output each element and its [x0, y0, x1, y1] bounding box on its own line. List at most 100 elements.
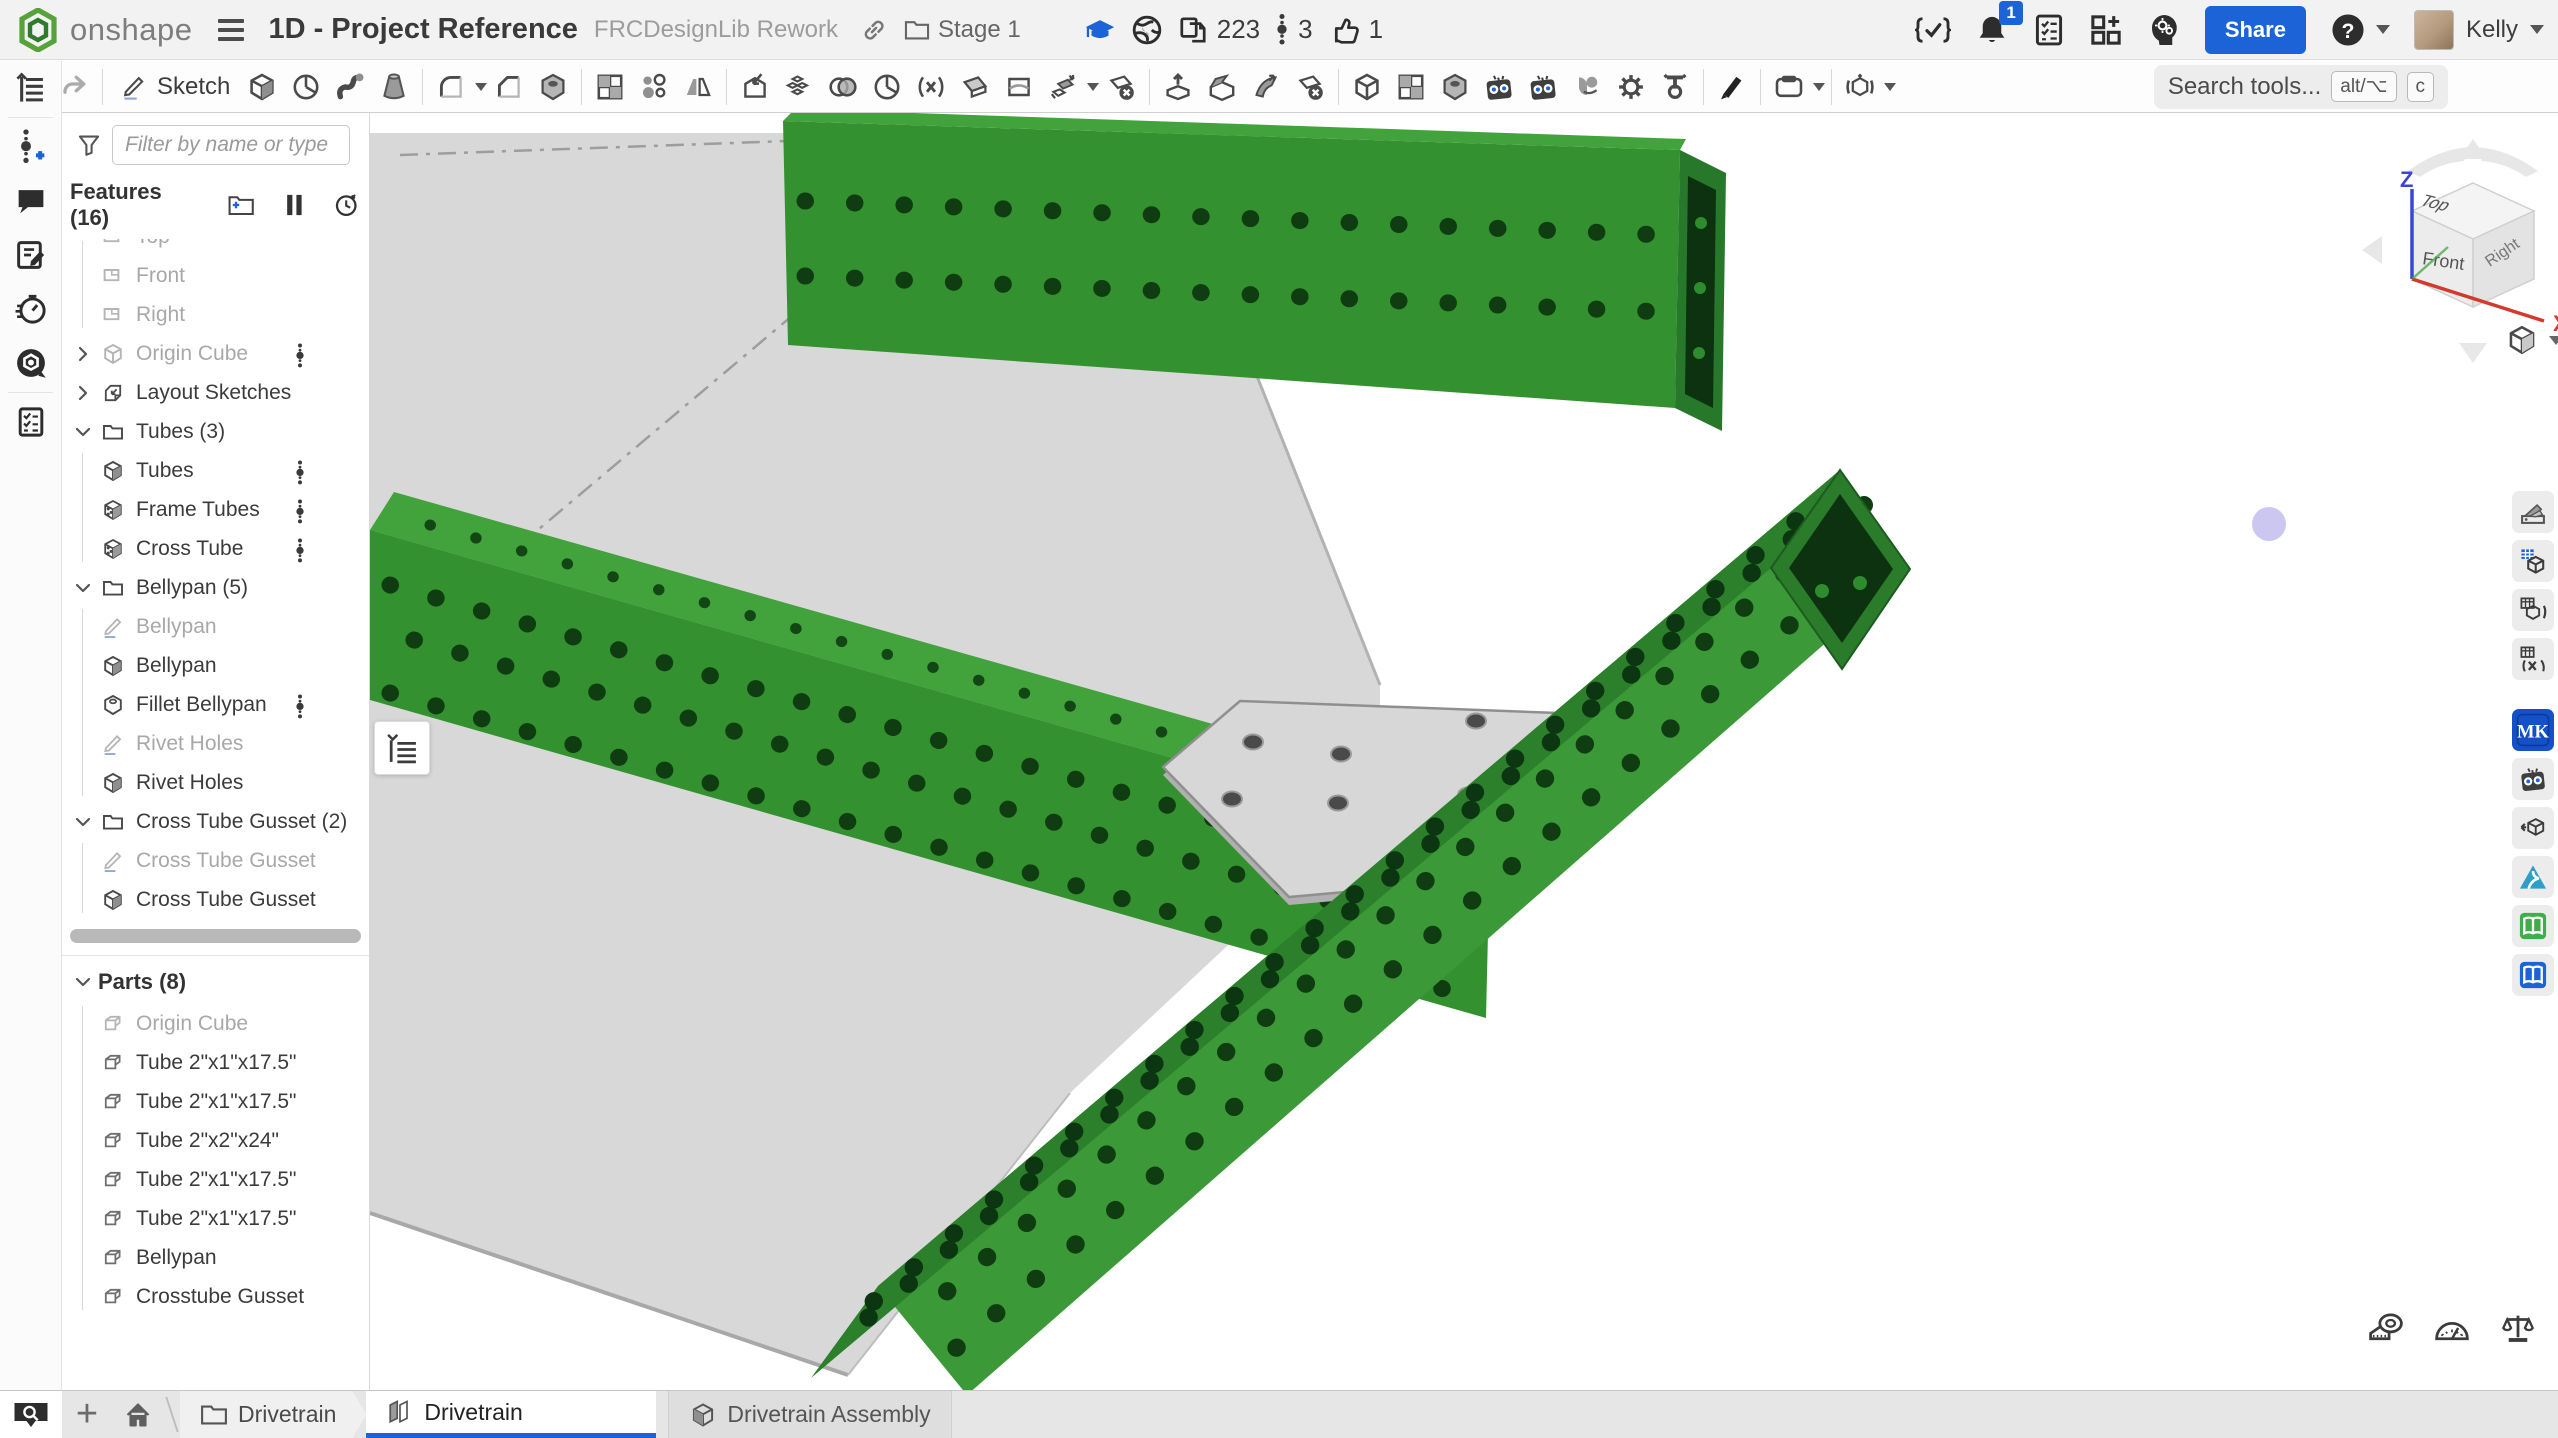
- hole-tool-icon[interactable]: [1433, 65, 1477, 109]
- part-row[interactable]: Crosstube Gusset: [62, 1277, 369, 1316]
- boolean-icon[interactable]: [821, 65, 865, 109]
- tab-drivetrain-assembly[interactable]: Drivetrain Assembly: [668, 1391, 951, 1438]
- extrude-icon[interactable]: [240, 65, 284, 109]
- flip-tool-icon[interactable]: [1653, 65, 1697, 109]
- feature-row[interactable]: Top: [62, 239, 369, 256]
- home-tab-button[interactable]: [112, 1391, 164, 1438]
- circular-pattern-icon[interactable]: [632, 65, 676, 109]
- thicken-icon[interactable]: [1156, 65, 1200, 109]
- folder-row[interactable]: Tubes (3): [62, 412, 369, 451]
- chevron-right-icon[interactable]: [68, 344, 98, 364]
- suppress-pause-icon[interactable]: [284, 192, 305, 218]
- copies-stat[interactable]: 223: [1177, 14, 1260, 46]
- transform-menu-caret[interactable]: [1087, 83, 1099, 91]
- chamfer-icon[interactable]: [487, 65, 531, 109]
- release-notes-button[interactable]: [0, 228, 62, 282]
- part-row[interactable]: Tube 2"x1"x17.5": [62, 1043, 369, 1082]
- draft-icon[interactable]: [531, 65, 575, 109]
- insert-cube-icon[interactable]: [1345, 65, 1389, 109]
- filter-funnel-icon[interactable]: [76, 132, 102, 158]
- derived-icon[interactable]: [733, 65, 777, 109]
- model-viewport[interactable]: Top Front Right Z X: [370, 113, 2558, 1390]
- blue-docs-panel-icon[interactable]: [2512, 954, 2554, 996]
- feature-row[interactable]: Bellypan: [62, 607, 369, 646]
- split-icon[interactable]: [865, 65, 909, 109]
- block-pattern-icon[interactable]: [1389, 65, 1433, 109]
- learning-badge[interactable]: [1083, 15, 1117, 45]
- help-menu[interactable]: ?: [2330, 12, 2390, 48]
- feature-row[interactable]: Frame Tubes: [62, 490, 369, 529]
- feature-row[interactable]: Cross Tube Gusset: [62, 841, 369, 880]
- public-document[interactable]: [1131, 14, 1163, 46]
- apps-grid-button[interactable]: [2089, 13, 2123, 47]
- checklist-panel-button[interactable]: [0, 395, 62, 449]
- sketch-button[interactable]: Sketch: [109, 65, 240, 109]
- sweep-icon[interactable]: [328, 65, 372, 109]
- export-cube-panel-icon[interactable]: [2512, 807, 2554, 849]
- chevron-down-icon[interactable]: [68, 812, 98, 832]
- help-community-button[interactable]: [0, 336, 62, 390]
- main-menu-icon[interactable]: [218, 19, 244, 41]
- folder-row[interactable]: Cross Tube Gusset (2): [62, 802, 369, 841]
- enclose-icon[interactable]: [1200, 65, 1244, 109]
- featurescript-icon[interactable]: [1915, 13, 1951, 47]
- delete-part-icon[interactable]: [1099, 65, 1143, 109]
- feature-row[interactable]: Rivet Holes: [62, 724, 369, 763]
- mkcad-panel-icon[interactable]: MK: [2512, 709, 2554, 751]
- likes-stat[interactable]: 1: [1327, 14, 1383, 46]
- part-row[interactable]: Bellypan: [62, 1238, 369, 1277]
- tab-drivetrain-partstudio[interactable]: Drivetrain: [366, 1391, 656, 1438]
- green-docs-panel-icon[interactable]: [2512, 905, 2554, 947]
- configurations-panel-icon[interactable]: [2512, 589, 2554, 631]
- plane-tool-icon[interactable]: [953, 65, 997, 109]
- document-title[interactable]: 1D - Project Reference: [268, 13, 577, 46]
- mirror-icon[interactable]: [676, 65, 720, 109]
- feature-row[interactable]: Rivet Holes: [62, 763, 369, 802]
- part-row[interactable]: Tube 2"x1"x17.5": [62, 1160, 369, 1199]
- ai-advisor-button[interactable]: [2147, 12, 2181, 48]
- featurescript-robot2-icon[interactable]: [1521, 65, 1565, 109]
- filter-input[interactable]: [112, 125, 350, 165]
- revolve-icon[interactable]: [284, 65, 328, 109]
- new-tab-button[interactable]: +: [62, 1391, 112, 1438]
- feature-row[interactable]: Cross Tube: [62, 529, 369, 568]
- notifications-button[interactable]: 1: [1975, 13, 2009, 47]
- fillet-menu-caret[interactable]: [475, 83, 487, 91]
- fillet-icon[interactable]: [429, 65, 473, 109]
- frames-caret[interactable]: [1884, 83, 1896, 91]
- surface-split-icon[interactable]: [997, 65, 1041, 109]
- rollback-clock-icon[interactable]: [333, 192, 359, 218]
- feature-row[interactable]: Front: [62, 256, 369, 295]
- onshape-logo[interactable]: onshape: [0, 8, 192, 52]
- name-tag-caret[interactable]: [1813, 83, 1825, 91]
- tab-drivetrain-folder[interactable]: Drivetrain: [180, 1391, 366, 1438]
- comments-button[interactable]: [0, 174, 62, 228]
- protractor-icon[interactable]: [2430, 1306, 2474, 1350]
- tape-measure-icon[interactable]: [2364, 1306, 2408, 1350]
- delete-face-icon[interactable]: [1288, 65, 1332, 109]
- model-3d[interactable]: [370, 113, 2558, 1390]
- versions-stat[interactable]: 3: [1274, 12, 1312, 48]
- document-history-button[interactable]: [0, 61, 62, 115]
- bom-table-panel-icon[interactable]: [2512, 540, 2554, 582]
- feature-row[interactable]: Tubes: [62, 451, 369, 490]
- part-row[interactable]: Origin Cube: [62, 1004, 369, 1043]
- share-button[interactable]: Share: [2205, 6, 2306, 54]
- primitives-icon[interactable]: [777, 65, 821, 109]
- mass-properties-icon[interactable]: [2496, 1306, 2540, 1350]
- user-menu[interactable]: Kelly: [2414, 10, 2544, 50]
- move-face-icon[interactable]: [1244, 65, 1288, 109]
- robot-features-panel-icon[interactable]: [2512, 758, 2554, 800]
- part-row[interactable]: Tube 2"x2"x24": [62, 1121, 369, 1160]
- feature-row[interactable]: Right: [62, 295, 369, 334]
- part-row[interactable]: Tube 2"x1"x17.5": [62, 1199, 369, 1238]
- simulation-panel-icon[interactable]: [2512, 856, 2554, 898]
- feature-row[interactable]: Bellypan: [62, 646, 369, 685]
- tab-search-button[interactable]: [0, 1391, 62, 1438]
- chevron-down-icon[interactable]: [68, 972, 98, 992]
- new-folder-icon[interactable]: [227, 192, 255, 218]
- chevron-down-icon[interactable]: [68, 578, 98, 598]
- loft-icon[interactable]: [372, 65, 416, 109]
- feature-row[interactable]: Origin Cube: [62, 334, 369, 373]
- create-version-button[interactable]: [0, 120, 62, 174]
